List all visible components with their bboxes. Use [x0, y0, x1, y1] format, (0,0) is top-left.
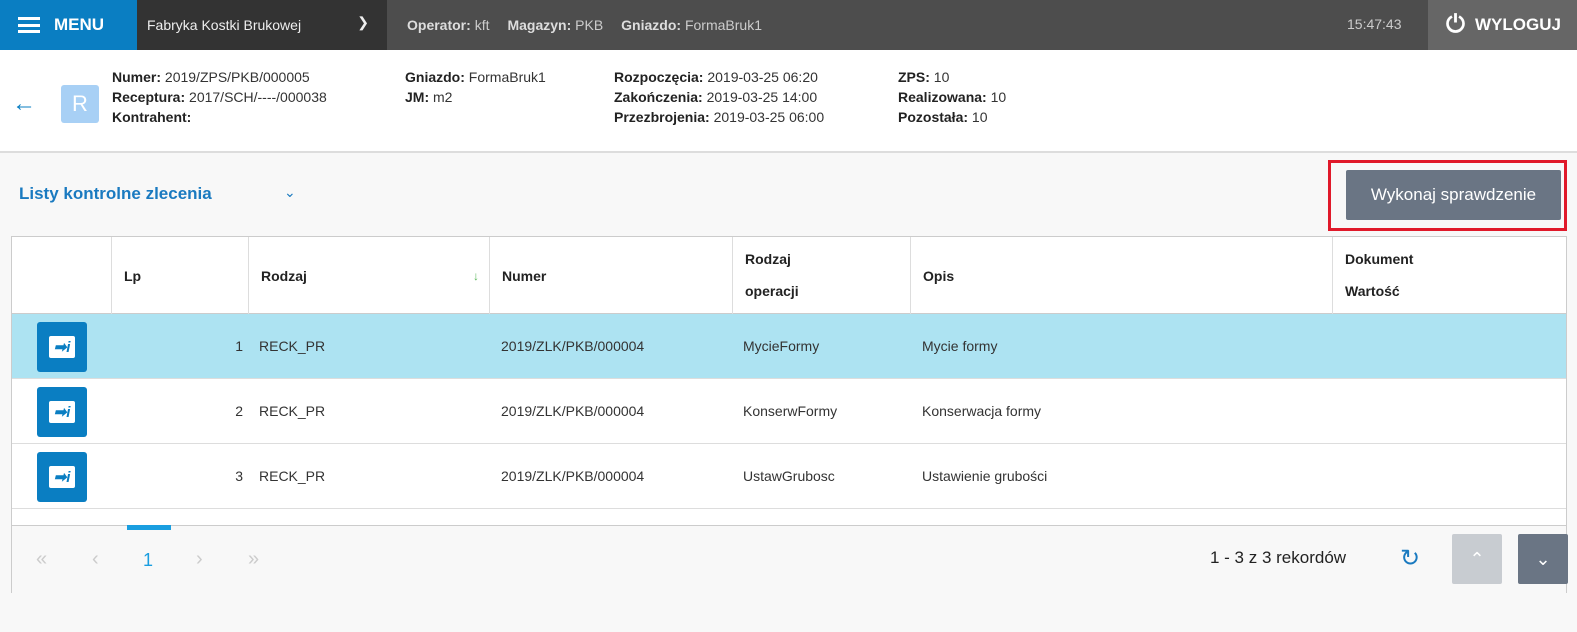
menu-button[interactable]: MENU — [0, 0, 137, 50]
cell-numer: 2019/ZLK/PKB/000004 — [501, 338, 645, 354]
last-page-icon[interactable]: » — [248, 548, 259, 571]
header-rodzaj-operacji-2: operacji — [745, 283, 799, 299]
zakonczenia-value: 2019-03-25 14:00 — [706, 89, 818, 105]
magazyn-label: Magazyn: — [507, 17, 572, 33]
active-page-indicator — [127, 525, 171, 530]
record-count: 1 - 3 z 3 rekordów — [1210, 548, 1347, 567]
menu-label: MENU — [54, 15, 105, 34]
company-select[interactable]: Fabryka Kostki Brukowej ❯ — [137, 0, 387, 50]
rozpoczecia-label: Rozpoczęcia: — [614, 69, 704, 85]
header-dokument-1: Dokument — [1345, 251, 1414, 267]
top-bar: MENU Fabryka Kostki Brukowej ❯ Operator: … — [0, 0, 1577, 50]
checklist-select[interactable]: Listy kontrolne zlecenia — [19, 184, 212, 204]
table-row[interactable]: ➡i 3 RECK_PR 2019/ZLK/PKB/000004 UstawGr… — [12, 444, 1566, 509]
header-opis[interactable]: Opis — [911, 237, 1333, 314]
gniazdo-label: Gniazdo: — [621, 17, 682, 33]
zakonczenia-label: Zakończenia: — [614, 89, 703, 105]
realizowana-value: 10 — [990, 89, 1007, 105]
logout-button[interactable]: ⏻ WYLOGUJ — [1428, 0, 1577, 50]
first-page-icon[interactable]: « — [36, 548, 47, 571]
table-row[interactable]: ➡i 2 RECK_PR 2019/ZLK/PKB/000004 Konserw… — [12, 379, 1566, 444]
pozostala-label: Pozostała: — [898, 109, 969, 125]
table-row[interactable]: ➡i 1 RECK_PR 2019/ZLK/PKB/000004 MycieFo… — [12, 314, 1566, 379]
cell-lp: 1 — [235, 338, 243, 354]
przezbrojenia-label: Przezbrojenia: — [614, 109, 710, 125]
header-rodzaj-label: Rodzaj — [261, 267, 307, 284]
cell-lp: 3 — [235, 468, 243, 484]
cell-rodzaj: RECK_PR — [259, 338, 326, 354]
jm-value: m2 — [433, 89, 453, 105]
cell-numer: 2019/ZLK/PKB/000004 — [501, 468, 645, 484]
hamburger-icon — [18, 17, 40, 33]
info-col-4: ZPS: 10 Realizowana: 10 Pozostała: 10 — [898, 67, 1006, 127]
perform-check-button[interactable]: Wykonaj sprawdzenie — [1346, 170, 1561, 220]
cell-rodzaj: RECK_PR — [259, 403, 326, 419]
rozpoczecia-value: 2019-03-25 06:20 — [707, 69, 818, 85]
context-info: Operator: kft Magazyn: PKB Gniazdo: Form… — [407, 0, 762, 50]
header-icon-col — [12, 237, 112, 314]
numer-value: 2019/ZPS/PKB/000005 — [164, 69, 310, 85]
cell-lp: 2 — [235, 403, 243, 419]
sort-arrow-icon: ↓ — [473, 268, 479, 283]
info-arrow-icon[interactable]: ➡i — [37, 387, 87, 437]
numer-label: Numer: — [112, 69, 162, 85]
back-arrow-icon[interactable]: ← — [12, 90, 36, 118]
cell-rodzaj: RECK_PR — [259, 468, 326, 484]
header-rodzaj[interactable]: Rodzaj ↓ — [249, 237, 490, 314]
chevron-down-icon[interactable]: ⌄ — [284, 184, 296, 201]
realizowana-label: Realizowana: — [898, 89, 987, 105]
cell-operacja: KonserwFormy — [743, 403, 838, 419]
page-number[interactable]: 1 — [143, 550, 153, 571]
scroll-up-button[interactable]: ⌃ — [1452, 534, 1502, 584]
operator-value: kft — [474, 17, 490, 33]
zps-label: ZPS: — [898, 69, 930, 85]
info-arrow-icon[interactable]: ➡i — [37, 452, 87, 502]
checklist-table: Lp Rodzaj ↓ Numer Rodzaj operacji Opis Dok… — [11, 236, 1568, 593]
header-rodzaj-operacji[interactable]: Rodzaj operacji — [733, 237, 911, 314]
company-name: Fabryka Kostki Brukowej — [147, 17, 302, 33]
magazyn-value: PKB — [575, 17, 604, 33]
gniazdo-label: Gniazdo: — [405, 69, 465, 85]
refresh-icon[interactable]: ↻ — [1400, 544, 1420, 573]
receptura-value: 2017/SCH/----/000038 — [189, 89, 327, 105]
pozostala-value: 10 — [971, 109, 988, 125]
cell-operacja: MycieFormy — [743, 338, 820, 354]
receptura-label: Receptura: — [112, 89, 186, 105]
cell-operacja: UstawGrubosc — [743, 468, 835, 484]
header-dokument-2: Wartość — [1345, 283, 1400, 299]
cell-opis: Ustawienie grubości — [922, 468, 1048, 484]
przezbrojenia-value: 2019-03-25 06:00 — [713, 109, 825, 125]
order-info: ← R Numer: 2019/ZPS/PKB/000005 Receptura… — [0, 50, 1577, 153]
header-dokument[interactable]: Dokument Wartość — [1333, 237, 1568, 314]
info-col-3: Rozpoczęcia: 2019-03-25 06:20 Zakończeni… — [614, 67, 824, 127]
header-numer[interactable]: Numer — [490, 237, 733, 314]
info-arrow-icon[interactable]: ➡i — [37, 322, 87, 372]
jm-label: JM: — [405, 89, 430, 105]
table-header: Lp Rodzaj ↓ Numer Rodzaj operacji Opis Dok… — [12, 237, 1566, 314]
cell-opis: Konserwacja formy — [922, 403, 1042, 419]
header-rodzaj-operacji-1: Rodzaj — [745, 251, 791, 267]
cell-opis: Mycie formy — [922, 338, 998, 354]
header-lp[interactable]: Lp — [112, 237, 249, 314]
info-col-2: Gniazdo: FormaBruk1 JM: m2 — [405, 67, 546, 107]
power-icon: ⏻ — [1446, 11, 1465, 38]
prev-page-icon[interactable]: ‹ — [92, 548, 99, 571]
next-page-icon[interactable]: › — [196, 548, 203, 571]
gniazdo-value: FormaBruk1 — [468, 69, 546, 85]
chevron-down-icon: ❯ — [357, 14, 369, 30]
scroll-down-button[interactable]: ⌄ — [1518, 534, 1568, 584]
zps-value: 10 — [933, 69, 950, 85]
operator-label: Operator: — [407, 17, 471, 33]
kontrahent-label: Kontrahent: — [112, 109, 192, 125]
avatar: R — [61, 85, 99, 123]
info-col-1: Numer: 2019/ZPS/PKB/000005 Receptura: 20… — [112, 67, 327, 127]
gniazdo-value: FormaBruk1 — [684, 17, 762, 33]
cell-numer: 2019/ZLK/PKB/000004 — [501, 403, 645, 419]
clock: 15:47:43 — [1347, 16, 1402, 32]
logout-label: WYLOGUJ — [1474, 15, 1561, 34]
pagination: « ‹ 1 › » 1 - 3 z 3 rekordów ↻ ⌃ ⌄ — [12, 525, 1568, 593]
